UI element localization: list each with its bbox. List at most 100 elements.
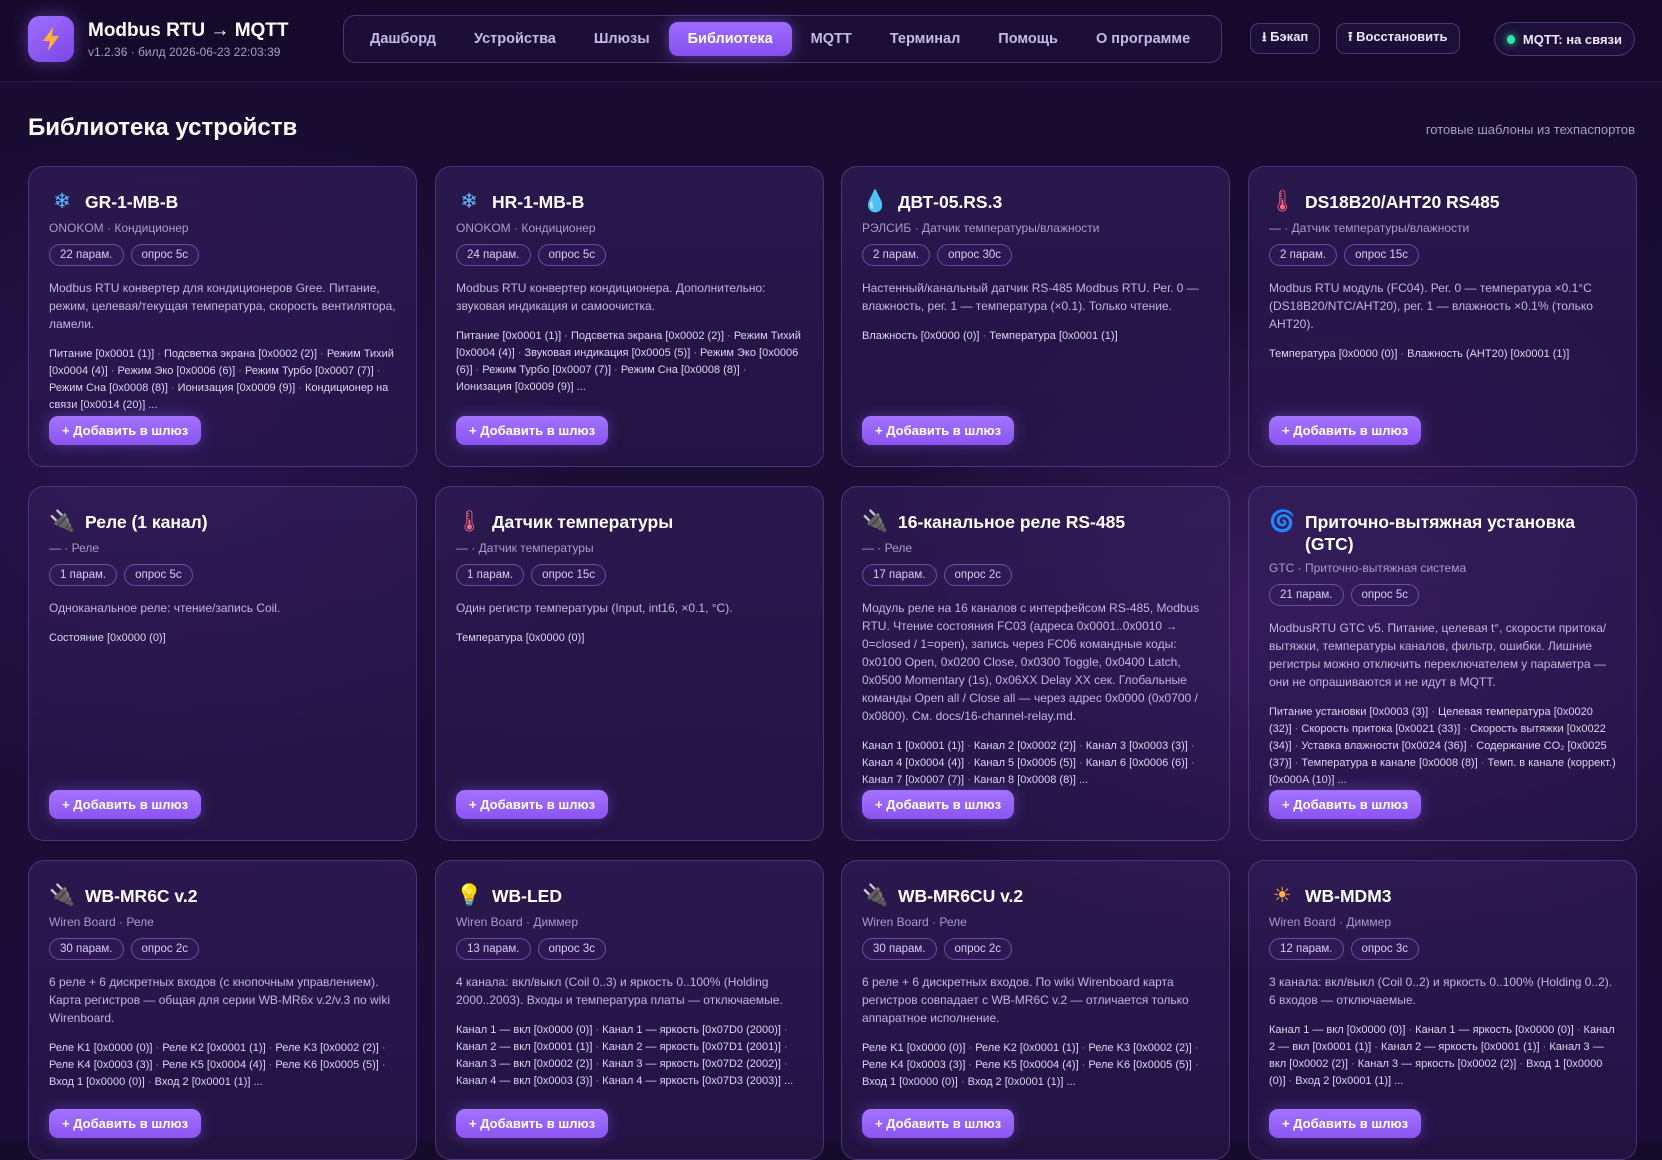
mqtt-status-badge: MQTT: на связи bbox=[1494, 22, 1635, 56]
nav-about[interactable]: О программе bbox=[1077, 22, 1209, 56]
restore-button[interactable]: ⭱ Восстановить bbox=[1336, 23, 1460, 54]
separator: · bbox=[1187, 740, 1195, 752]
card-header: 🔌 WB-MR6CU v.2 bbox=[862, 883, 1209, 909]
register-address: [0x0008 (8)] bbox=[680, 364, 740, 376]
card-chips: 2 парам. опрос 15с bbox=[1269, 244, 1616, 266]
poll-interval-badge: опрос 3с bbox=[1350, 938, 1420, 960]
thermometer-icon: 🌡 bbox=[1269, 190, 1296, 213]
add-to-gateway-button[interactable]: + Добавить в шлюз bbox=[862, 416, 1015, 445]
snowflake-icon: ❄ bbox=[460, 190, 478, 213]
add-to-gateway-button[interactable]: + Добавить в шлюз bbox=[862, 1109, 1015, 1138]
separator: · bbox=[152, 1042, 163, 1054]
card-title: HR-1-MB-B bbox=[492, 192, 585, 212]
add-to-gateway-button[interactable]: + Добавить в шлюз bbox=[49, 790, 202, 819]
separator: · bbox=[561, 330, 571, 342]
card-vendor-type: Wiren Board · Диммер bbox=[456, 915, 579, 929]
register-address: [0x0014 (20)] bbox=[80, 399, 146, 411]
separator: · bbox=[1573, 1024, 1584, 1036]
relay-plug-icon: 🔌 bbox=[862, 510, 889, 533]
add-to-gateway-button[interactable]: + Добавить в шлюз bbox=[49, 416, 202, 445]
register-name: Влажность bbox=[862, 330, 918, 342]
card-title: DS18B20/AHT20 RS485 bbox=[1305, 192, 1500, 212]
nav-gateways[interactable]: Шлюзы bbox=[575, 22, 669, 56]
card-chips: 21 парам. опрос 5с bbox=[1269, 584, 1616, 606]
register-name: Вход 2 bbox=[967, 1076, 1002, 1088]
register-list: Канал 1 [0x0001 (1)] · Канал 2 [0x0002 (… bbox=[862, 738, 1209, 789]
more-ellipsis: ... bbox=[1066, 1076, 1076, 1088]
thermometer-icon: 🌡 bbox=[456, 510, 483, 533]
separator: · bbox=[592, 1024, 603, 1036]
add-to-gateway-button[interactable]: + Добавить в шлюз bbox=[1269, 416, 1422, 445]
register-address: [0x0002 (2)] bbox=[1457, 1058, 1517, 1070]
register-name: Режим Сна bbox=[49, 382, 107, 394]
mqtt-status-text: MQTT: на связи bbox=[1522, 31, 1622, 47]
register-name: Реле K5 bbox=[975, 1059, 1017, 1071]
device-card: 🔌 WB-MR6CU v.2 Wiren Board · Реле 30 парам.… bbox=[841, 860, 1230, 1160]
register-address: [0x0001 (1)] bbox=[905, 740, 965, 752]
card-title: WB-MR6C v.2 bbox=[85, 886, 198, 906]
page-title: Библиотека устройств bbox=[28, 114, 298, 141]
separator: · bbox=[1347, 1058, 1358, 1070]
separator: · bbox=[1075, 757, 1086, 769]
register-address: [0x0004 (4)] bbox=[905, 757, 965, 769]
add-to-gateway-button[interactable]: + Добавить в шлюз bbox=[1269, 1109, 1422, 1138]
separator: · bbox=[378, 1059, 386, 1071]
nav-help[interactable]: Помощь bbox=[979, 22, 1077, 56]
register-address: [0x0001 (1)] bbox=[1019, 1042, 1079, 1054]
register-list: Питание [0x0001 (1)] · Подсветка экрана … bbox=[456, 328, 803, 396]
register-name: Питание bbox=[456, 330, 500, 342]
add-to-gateway-button[interactable]: + Добавить в шлюз bbox=[1269, 790, 1422, 819]
register-name: Режим Тихий bbox=[326, 348, 394, 360]
card-header: 🔌 WB-MR6C v.2 bbox=[49, 883, 396, 909]
register-address: [0x0001 (1)] bbox=[191, 1076, 251, 1088]
add-to-gateway-button[interactable]: + Добавить в шлюз bbox=[456, 416, 609, 445]
card-description: ModbusRTU GTC v5. Питание, целевая t°, с… bbox=[1269, 621, 1607, 689]
param-count-badge: 2 парам. bbox=[1269, 244, 1338, 266]
nav-terminal[interactable]: Терминал bbox=[871, 22, 980, 56]
card-chips: 2 парам. опрос 30с bbox=[862, 244, 1209, 266]
register-address: [0x0006 (6)] bbox=[1129, 757, 1188, 769]
nav-dashboard[interactable]: Дашборд bbox=[351, 22, 455, 56]
card-description: Modbus RTU конвертер кондиционера. Допол… bbox=[456, 281, 766, 313]
register-name: Ионизация bbox=[177, 382, 234, 394]
sun-dimmer-icon: ☀ bbox=[1272, 884, 1292, 907]
register-address: [0x0003 (3)] bbox=[533, 1075, 593, 1087]
nav-library[interactable]: Библиотека bbox=[668, 22, 792, 56]
card-chips: 13 парам. опрос 3с bbox=[456, 938, 803, 960]
register-address: [0x0001 (1)] bbox=[533, 1041, 593, 1053]
register-address: [0x0002 (2)] bbox=[533, 1058, 593, 1070]
card-description: 4 канала: вкл/выкл (Coil 0..3) и яркость… bbox=[456, 975, 783, 1007]
register-name: Реле K2 bbox=[975, 1042, 1017, 1054]
add-to-gateway-button[interactable]: + Добавить в шлюз bbox=[862, 790, 1015, 819]
register-name: Реле K4 bbox=[49, 1059, 91, 1071]
register-address: [0x0002 (2)] bbox=[665, 330, 725, 342]
separator: · bbox=[1428, 706, 1438, 718]
poll-interval-badge: опрос 5с bbox=[537, 244, 607, 266]
register-name: Вход 2 bbox=[1295, 1075, 1330, 1087]
card-description: Настенный/канальный датчик RS-485 Modbus… bbox=[862, 281, 1199, 313]
card-vendor-type: ONOKOM · Кондиционер bbox=[456, 221, 596, 235]
register-name: Канал 1 — яркость bbox=[602, 1024, 699, 1036]
separator: · bbox=[690, 347, 701, 359]
register-name: Канал 2 — яркость bbox=[602, 1041, 699, 1053]
more-ellipsis: ... bbox=[784, 1075, 794, 1087]
add-to-gateway-button[interactable]: + Добавить в шлюз bbox=[456, 790, 609, 819]
register-address: [0x0000 (0)] bbox=[1515, 1024, 1574, 1036]
register-name: Канал 1 bbox=[862, 740, 903, 752]
backup-button[interactable]: ⭳ Бэкап bbox=[1250, 23, 1321, 54]
separator: · bbox=[144, 1076, 155, 1088]
separator: · bbox=[1477, 757, 1488, 769]
card-vendor-type: РЭЛСИБ · Датчик температуры/влажности bbox=[862, 221, 1100, 235]
add-to-gateway-button[interactable]: + Добавить в шлюз bbox=[49, 1109, 202, 1138]
param-count-badge: 30 парам. bbox=[862, 938, 937, 960]
nav-mqtt[interactable]: MQTT bbox=[792, 22, 871, 56]
register-address: [0x0001 (1)] bbox=[1510, 348, 1570, 360]
separator: · bbox=[472, 364, 483, 376]
param-count-badge: 17 парам. bbox=[862, 564, 937, 586]
register-address: [0x0001 (1)] bbox=[1332, 1075, 1392, 1087]
add-to-gateway-button[interactable]: + Добавить в шлюз bbox=[456, 1109, 609, 1138]
nav-devices[interactable]: Устройства bbox=[455, 22, 575, 56]
register-address: [0x0000 (0)] bbox=[106, 632, 166, 644]
card-title: ДВТ-05.RS.3 bbox=[898, 192, 1003, 212]
register-list: Питание установки [0x0003 (3)] · Целевая… bbox=[1269, 704, 1616, 789]
